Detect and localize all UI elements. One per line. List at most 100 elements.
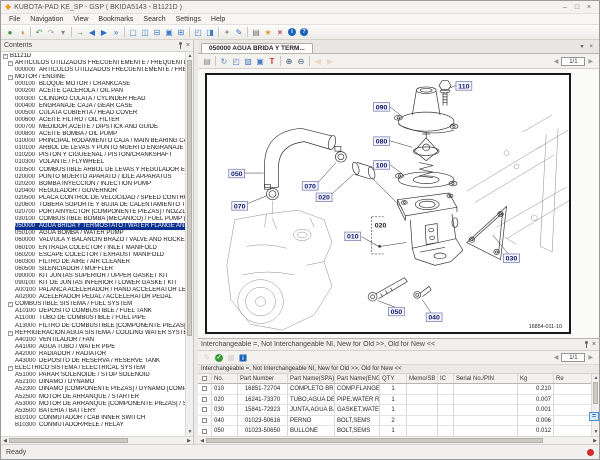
tree-item-group[interactable]: -MOTOR / ENGINE <box>1 74 185 81</box>
minimize-button[interactable]: – <box>559 2 571 13</box>
tree-horizontal-scrollbar[interactable]: ◀ ▶ <box>1 436 193 444</box>
column-header-part-number[interactable]: Part Number <box>238 374 288 383</box>
tree-item-A02000[interactable]: A02000ACELERADOR PEDAL / ACCELERATOR PED… <box>1 294 185 301</box>
tree-item-group[interactable]: -REFRIGERACION AGUA SISTEMA / COOLING WA… <box>1 330 185 337</box>
callout-100[interactable]: 100 <box>374 161 390 170</box>
row-checkbox[interactable] <box>198 426 212 436</box>
tree-item-010000[interactable]: 010000PRINCIPAL RODAMIENTO CAJA / MAIN B… <box>1 138 185 145</box>
parts-page-indicator[interactable]: 1/1 <box>561 353 585 362</box>
tree-item-A43000[interactable]: A43000DEPOSITO DE RESERVA / RESERVE TANK <box>1 358 185 365</box>
print-icon[interactable]: ▤ <box>201 55 213 68</box>
jump-icon[interactable]: » <box>110 26 122 39</box>
tree-item-000500[interactable]: 000500CULATA CUBIERTA / HEAD COVER <box>1 110 185 117</box>
column-header-serial-no-pin[interactable]: Serial No./PIN <box>454 374 518 383</box>
tree-item-020700[interactable]: 020700PORTAINYECTOR [COMPONENTE PIEZAS] … <box>1 209 185 216</box>
home-icon[interactable]: ● <box>4 26 16 39</box>
close-button[interactable]: × <box>583 2 595 13</box>
row-checkbox[interactable] <box>198 395 212 405</box>
tree-item-010500[interactable]: 010500COMBUSTIBLE ARBOL DE LEVAS Y REGUL… <box>1 167 185 174</box>
menu-search[interactable]: Search <box>138 14 170 25</box>
column-header-re[interactable]: Re <box>554 374 591 383</box>
checkbox-icon[interactable] <box>202 376 207 381</box>
zoom-out-icon[interactable]: ⊖ <box>295 55 307 68</box>
checkbox-icon[interactable] <box>202 418 207 423</box>
callout-110[interactable]: 110 <box>456 82 472 91</box>
tree-item-A00100[interactable]: A00100PALANCA ACELERADOR / HAND ACCELERA… <box>1 287 185 294</box>
callout-040[interactable]: 040 <box>426 313 442 322</box>
tab-close-icon[interactable]: × <box>586 41 596 53</box>
tree-item-060100[interactable]: 060100ENTRADA COLECTOR / INLET MANIFOLD <box>1 245 185 252</box>
tree-item-A42000[interactable]: A42000RADIADOR / RADIATOR <box>1 351 185 358</box>
tree-item-020600[interactable]: 020600TOBERA SOPORTE Y BUJIA DE CALENTAM… <box>1 202 185 209</box>
tree-item-000600[interactable]: 000600ACEITE FILTRO / OIL FILTER <box>1 117 185 124</box>
scroll-up-icon[interactable]: ▲ <box>186 52 193 60</box>
redo-menu-icon[interactable]: ▾ <box>57 26 69 39</box>
tree-item-020500[interactable]: 020500PLACA CONTROL DE VELOCIDAD / SPEED… <box>1 195 185 202</box>
select-tool-icon[interactable]: ✦ <box>221 26 233 39</box>
checkbox-icon[interactable] <box>202 386 207 391</box>
table-row[interactable]: 01016851-72704COMPLETO BRI...COMP.FLANGE… <box>198 384 591 395</box>
row-checkbox[interactable] <box>198 416 212 426</box>
tree-item-000400[interactable]: 000400ENGRANAJE CAJA / GEAR CASE <box>1 103 185 110</box>
layout-single-icon[interactable]: ▢ <box>127 26 139 39</box>
callout-030[interactable]: 030 <box>504 254 520 263</box>
table-hscroll-thumb[interactable] <box>206 438 543 443</box>
scroll-up-icon[interactable]: ▲ <box>592 374 600 382</box>
tree-item-000100[interactable]: 000100BLOQUE MOTOR / CRANKCASE <box>1 81 185 88</box>
tree-item-A51000[interactable]: A51000PARAR SOLENOIDE / STOP SOLENOID <box>1 372 185 379</box>
marquee-icon[interactable]: ▧ <box>242 55 254 68</box>
tree-item-A52300[interactable]: A52300DINAMO [COMPONENTE PIEZAS] / DYNAM… <box>1 386 185 393</box>
interchangeable-badge[interactable]: = <box>589 412 599 421</box>
column-header-part-name-spa-[interactable]: Part Name(SPA) <box>288 374 335 383</box>
tree-item-060000[interactable]: 060000VALVULA Y BALANCIN BRAZO / VALVE A… <box>1 237 185 244</box>
table-row[interactable]: 02016241-73370TUBO,AGUA DE...PIPE,WATER … <box>198 395 591 406</box>
page-next-icon[interactable]: ▶ <box>585 354 596 361</box>
expander-icon[interactable]: - <box>3 54 8 59</box>
tree-item-090000[interactable]: 090000KIT JUNTAS SUPERIOR / UPPER GASKET… <box>1 273 185 280</box>
checkbox-icon[interactable] <box>202 429 207 434</box>
tree-item-030100[interactable]: 030100COMBUSTIBLE BOMBA (MECANICO) / FUE… <box>1 216 185 223</box>
zoom-area-icon[interactable]: ◰ <box>230 55 242 68</box>
tree-item-050100[interactable]: 050100AGUA BOMBA / WATER PUMP <box>1 230 185 237</box>
scroll-down-icon[interactable]: ▼ <box>592 428 600 436</box>
expander-icon[interactable]: - <box>8 366 13 371</box>
callout-050[interactable]: 050 <box>388 307 404 316</box>
undo-icon[interactable]: ↶ <box>33 26 45 39</box>
menu-bookmarks[interactable]: Bookmarks <box>93 14 138 25</box>
callout-050[interactable]: 050 <box>229 169 245 178</box>
tree-item-000800[interactable]: 000800ACEITE BOMBA / OIL PUMP <box>1 131 185 138</box>
tree-item-060500[interactable]: 060500SILENCIADOR / MUFFLER <box>1 266 185 273</box>
layout-split-icon[interactable]: ◫ <box>139 26 151 39</box>
tree-item-020400[interactable]: 020400REGULADOR / GOVERNOR <box>1 188 185 195</box>
tree-item-000200[interactable]: 000200ACEITE CACEROLA / OIL PAN <box>1 88 185 95</box>
expander-icon[interactable]: - <box>8 302 13 307</box>
tree-item-000000[interactable]: 000000ARTICULOS UTILIZADOS FRECUENTEMENT… <box>1 67 185 74</box>
tree-item-A13000[interactable]: A13000FILTRO DE COMBUSTIBLE [COMPONENTE … <box>1 323 185 330</box>
pin-icon[interactable] <box>584 341 589 349</box>
apply-icon[interactable]: ✓ <box>215 354 223 362</box>
menu-view[interactable]: View <box>68 14 93 25</box>
tree-item-group[interactable]: -ARTICULOS UTILIZADOS FRECUENTEMENTE / F… <box>1 60 185 67</box>
tree-item-A11000[interactable]: A11000TUBO DE COMBUSTIBLE / FUEL PIPE <box>1 315 185 322</box>
table-vertical-scrollbar[interactable]: ▲ ▼ <box>591 374 599 436</box>
tree-item-060200[interactable]: 060200ESCAPE COLECTOR / EXHAUST MANIFOLD <box>1 252 185 259</box>
table-scroll-thumb[interactable] <box>593 382 598 404</box>
tree-item-050000[interactable]: 050000AGUA BRIDA Y TERMOSTATO / WATER FL… <box>1 223 185 230</box>
tree-item-group[interactable]: -COMBUSTIBLE SISTEMA / FUEL SYSTEM <box>1 301 185 308</box>
callout-090[interactable]: 090 <box>374 103 390 112</box>
text-label-icon[interactable]: T <box>266 55 278 68</box>
info-icon[interactable]: i <box>288 28 296 36</box>
callout-070[interactable]: 070 <box>232 202 248 211</box>
callout-020[interactable]: 020 <box>316 193 332 202</box>
diagram-page[interactable]: 110090080100050070020070010020030050040 … <box>205 73 571 334</box>
tree-item-A53000[interactable]: A53000MOTOR DE ARRANQUE [COMPONENTE PIEZ… <box>1 401 185 408</box>
info-icon[interactable]: i <box>239 354 247 362</box>
menu-file[interactable]: File <box>4 14 25 25</box>
window-list-icon[interactable]: ◰ <box>192 26 204 39</box>
tree-item-B10100[interactable]: B10100CONMUTADOR / CAB INNER SWITCH <box>1 415 185 422</box>
tree-item-A41000[interactable]: A41000AGUA TUBO / WATER PIPE <box>1 344 185 351</box>
menu-settings[interactable]: Settings <box>171 14 206 25</box>
tab-diagram-050000[interactable]: 050000 AGUA BRIDA Y TERM... <box>201 43 313 53</box>
window-detail-icon[interactable]: ◨ <box>204 26 216 39</box>
tree-hscroll-thumb[interactable] <box>9 438 128 443</box>
